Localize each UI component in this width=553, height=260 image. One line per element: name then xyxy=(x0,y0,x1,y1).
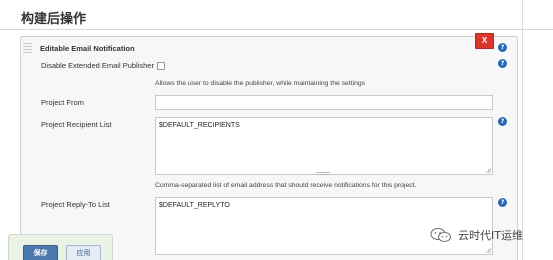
right-divider xyxy=(522,0,523,260)
help-icon[interactable]: ? xyxy=(498,59,507,68)
wechat-icon xyxy=(430,227,452,243)
panel-header: Editable Email Notification xyxy=(23,42,135,54)
help-icon[interactable]: ? xyxy=(498,117,507,126)
help-icon[interactable]: ? xyxy=(498,43,507,52)
recipient-list-label: Project Recipient List xyxy=(41,120,112,129)
recipient-list-description: Comma-separated list of email address th… xyxy=(155,182,417,189)
resize-grip-icon[interactable] xyxy=(486,168,491,173)
help-icon[interactable]: ? xyxy=(498,198,507,207)
project-from-input[interactable] xyxy=(155,95,493,110)
page: 构建后操作 Editable Email Notification X ? ? … xyxy=(0,0,553,260)
section-divider xyxy=(0,29,553,30)
panel-title: Editable Email Notification xyxy=(40,43,135,53)
watermark-text: 云时代IT运维 xyxy=(458,229,523,242)
disable-publisher-label: Disable Extended Email Publisher xyxy=(41,61,154,70)
apply-button[interactable]: 应用 xyxy=(66,245,101,260)
reply-to-value: $DEFAULT_REPLYTO xyxy=(159,202,230,209)
reply-to-textarea[interactable]: $DEFAULT_REPLYTO xyxy=(155,197,493,255)
disable-publisher-description: Allows the user to disable the publisher… xyxy=(155,80,366,87)
disable-publisher-checkbox[interactable] xyxy=(157,62,165,70)
drag-handle-icon[interactable] xyxy=(23,43,32,53)
textarea-drag-handle-icon[interactable] xyxy=(316,172,330,175)
recipient-list-value: $DEFAULT_RECIPIENTS xyxy=(159,122,240,129)
section-title: 构建后操作 xyxy=(21,12,87,27)
resize-grip-icon[interactable] xyxy=(486,248,491,253)
save-button[interactable]: 保存 xyxy=(23,245,58,260)
project-from-label: Project From xyxy=(41,98,84,107)
watermark: 云时代IT运维 xyxy=(430,227,523,243)
delete-button[interactable]: X xyxy=(475,33,494,49)
recipient-list-textarea[interactable]: $DEFAULT_RECIPIENTS xyxy=(155,117,493,175)
reply-to-label: Project Reply-To List xyxy=(41,200,110,209)
